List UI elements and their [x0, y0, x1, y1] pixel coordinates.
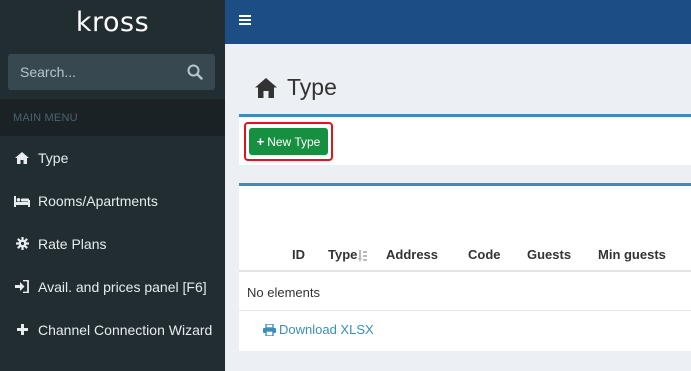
sidebar-item-label: Type: [38, 149, 69, 166]
sign-in-icon: [14, 279, 30, 295]
print-icon: [263, 323, 276, 336]
empty-table-message: No elements: [247, 285, 320, 300]
download-xlsx-label: Download XLSX: [279, 322, 374, 337]
page-header: Type: [255, 74, 337, 101]
column-header-min-guests[interactable]: Min guests: [598, 247, 666, 262]
column-header-guests[interactable]: Guests: [527, 247, 571, 262]
main-menu-header: MAIN MENU: [0, 99, 225, 136]
search-input[interactable]: Search...: [8, 54, 215, 90]
table-header: ID Type Address Code Guests Min guests: [239, 236, 691, 272]
logo-text: kross: [75, 6, 150, 38]
sidebar-item-label: Channel Connection Wizard: [38, 321, 213, 338]
row-divider: [239, 310, 691, 311]
search-icon[interactable]: [187, 64, 203, 80]
plus-icon: +: [256, 134, 265, 149]
column-header-id[interactable]: ID: [292, 247, 305, 262]
new-type-button[interactable]: + New Type: [249, 128, 328, 155]
sidebar-item-channel-wizard[interactable]: Channel Connection Wizard: [0, 308, 225, 351]
new-type-label: New Type: [267, 134, 321, 149]
column-header-code[interactable]: Code: [468, 247, 501, 262]
sidebar-item-label: Rooms/Apartments: [38, 192, 158, 209]
sidebar-item-rate-plans[interactable]: Rate Plans: [0, 222, 225, 265]
column-header-address[interactable]: Address: [386, 247, 438, 262]
search-placeholder: Search...: [20, 64, 77, 80]
home-icon: [255, 77, 277, 98]
brand-logo[interactable]: kross: [0, 0, 225, 44]
hamburger-menu-icon[interactable]: [239, 14, 251, 26]
sidebar-item-avail-prices[interactable]: Avail. and prices panel [F6]: [0, 265, 225, 308]
column-header-type[interactable]: Type: [328, 247, 368, 262]
sidebar-menu: Type Rooms/Apartments Rate Plans Avail. …: [0, 136, 225, 351]
sidebar-item-label: Avail. and prices panel [F6]: [38, 278, 207, 295]
home-icon: [14, 150, 30, 166]
top-navbar: [225, 0, 691, 44]
bed-icon: [14, 193, 30, 209]
page-title: Type: [287, 74, 337, 100]
sidebar: kross Search... MAIN MENU Type Rooms/Apa…: [0, 0, 225, 371]
download-xlsx-link[interactable]: Download XLSX: [263, 322, 374, 337]
plus-icon: [14, 322, 30, 338]
sidebar-item-rooms[interactable]: Rooms/Apartments: [0, 179, 225, 222]
column-header-type-label: Type: [328, 247, 358, 262]
sort-icon[interactable]: [358, 249, 368, 262]
gear-icon: [14, 236, 30, 252]
sidebar-item-type[interactable]: Type: [0, 136, 225, 179]
sidebar-item-label: Rate Plans: [38, 235, 107, 252]
